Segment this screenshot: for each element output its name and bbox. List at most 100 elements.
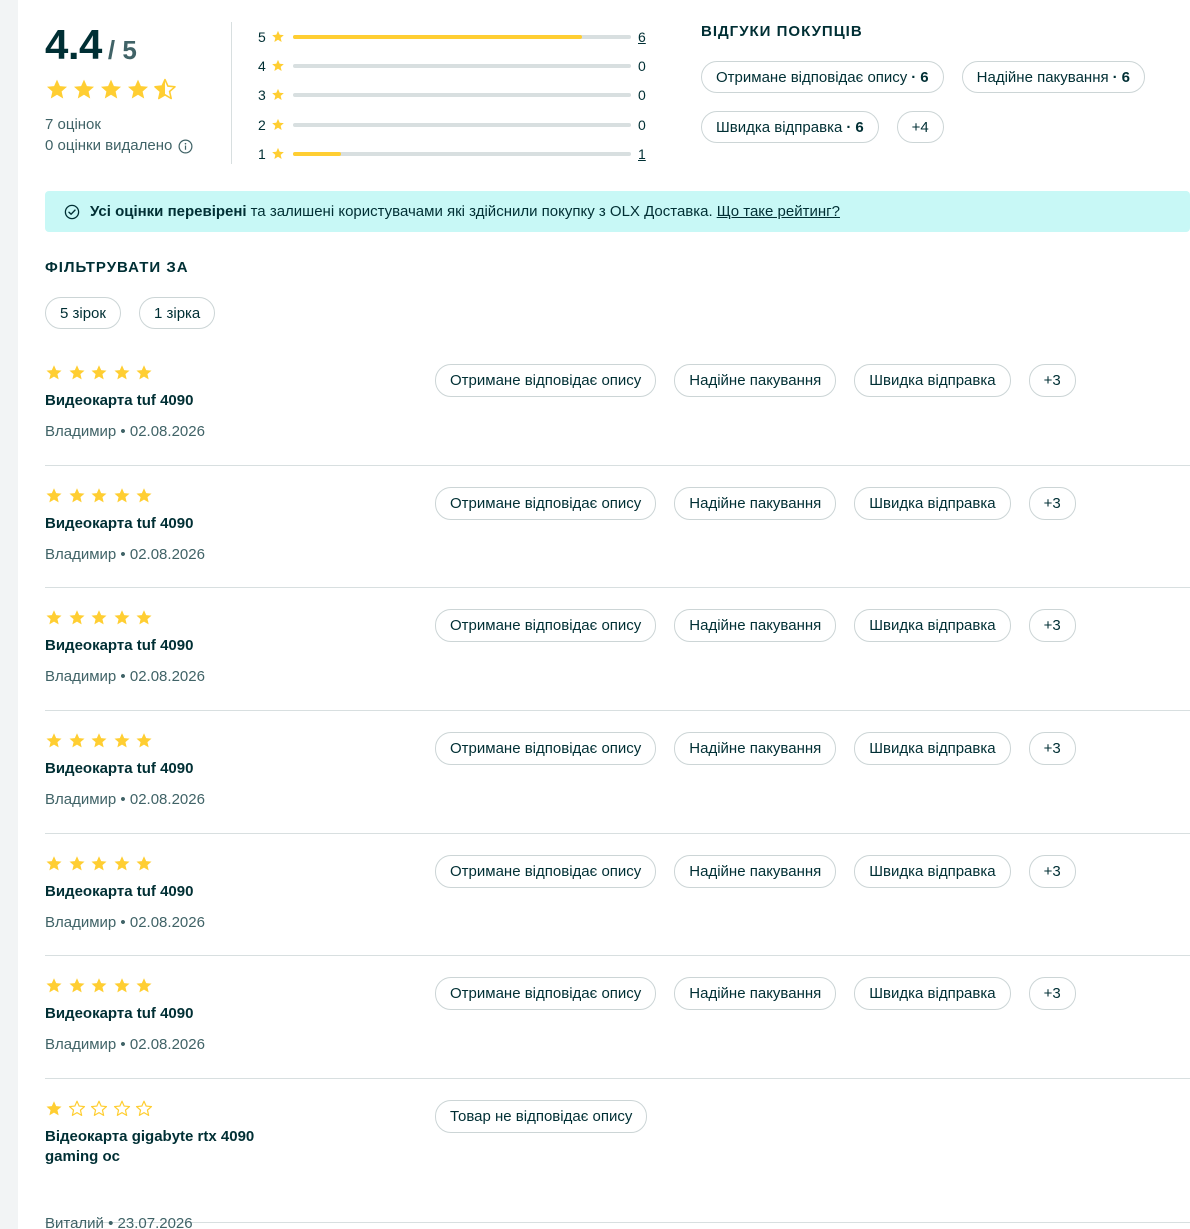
- review-meta: Владимир • 02.08.2026: [45, 422, 205, 442]
- review-item: Видеокарта tuf 4090 Владимир • 02.08.2026…: [45, 466, 1190, 589]
- review-tag-chip: Швидка відправка: [854, 854, 1011, 888]
- distribution-row-2: 20: [258, 110, 658, 139]
- more-tags-chip[interactable]: +3: [1028, 486, 1076, 520]
- distribution-row-4: 40: [258, 51, 658, 80]
- star-icon: [46, 978, 62, 993]
- distribution-count[interactable]: 1: [638, 146, 658, 162]
- buyer-feedback-title: ВІДГУКИ ПОКУПЦІВ: [701, 23, 863, 40]
- review-tag-chip: Швидка відправка: [854, 732, 1011, 766]
- review-tag-chip: Надійне пакування: [674, 486, 837, 520]
- distribution-bar: [293, 151, 631, 156]
- more-tags-chip[interactable]: +3: [1028, 977, 1076, 1011]
- star-icon: [128, 79, 148, 99]
- buyer-tag-chip[interactable]: Отримане відповідає опису · 6: [701, 61, 944, 93]
- star-empty-icon: [113, 1100, 130, 1117]
- filter-chip[interactable]: 5 зірок: [45, 297, 121, 329]
- review-tag-chip: Товар не відповідає опису: [435, 1100, 648, 1134]
- buyer-tag-count: 6: [1121, 68, 1130, 86]
- star-icon: [69, 610, 84, 625]
- star-icon: [272, 147, 284, 159]
- separator-dot: ·: [911, 68, 917, 86]
- star-icon: [136, 365, 152, 380]
- review-author: Владимир: [45, 545, 117, 563]
- star-icon: [136, 610, 152, 625]
- ratings-section: 4.4/ 5 7 оцінок 0 оцінки видалено 564030…: [45, 0, 1190, 1229]
- review-tag-chip: Отримане відповідає опису: [435, 486, 657, 520]
- distribution-count: 0: [638, 116, 646, 133]
- separator-dot: ·: [846, 118, 852, 136]
- score-max: / 5: [107, 35, 137, 65]
- star-icon: [69, 978, 84, 993]
- review-tag-chip: Надійне пакування: [674, 732, 837, 766]
- filter-chip[interactable]: 1 зірка: [138, 297, 216, 329]
- review-item: Видеокарта tuf 4090 Владимир • 02.08.2026…: [45, 343, 1190, 466]
- distribution-row-5[interactable]: 56: [258, 22, 658, 51]
- star-icon: [46, 365, 62, 380]
- star-half-icon: [154, 78, 176, 100]
- review-date: 02.08.2026: [129, 668, 205, 686]
- review-author: Виталий: [45, 1215, 104, 1229]
- rating-info-link[interactable]: Що таке рейтинг?: [717, 203, 840, 220]
- star-icon: [136, 978, 152, 993]
- review-tag-chip: Надійне пакування: [674, 977, 837, 1011]
- star-icon: [272, 118, 284, 130]
- distribution-stars-label: 1: [258, 145, 266, 162]
- separator-dot: •: [116, 545, 130, 563]
- distribution-row-3: 30: [258, 81, 658, 110]
- star-icon: [91, 487, 107, 503]
- star-icon: [74, 79, 94, 99]
- review-tag-chip: Швидка відправка: [854, 977, 1011, 1011]
- check-circle-icon: [64, 204, 80, 219]
- review-tags: Отримане відповідає опису Надійне пакуван…: [435, 732, 1076, 766]
- star-icon: [114, 733, 129, 748]
- rating-distribution: 5640302011: [258, 22, 658, 168]
- review-tag-chip: Надійне пакування: [674, 609, 837, 643]
- distribution-stars-label: 3: [258, 87, 266, 104]
- buyer-feedback-tags: Отримане відповідає опису · 6 Надійне пакув…: [701, 61, 1190, 143]
- rating-summary: 4.4/ 5 7 оцінок 0 оцінки видалено 564030…: [45, 0, 1190, 175]
- star-icon: [114, 978, 129, 993]
- review-author: Владимир: [45, 423, 117, 440]
- distribution-count: 0: [638, 87, 646, 104]
- review-stars: [45, 855, 153, 873]
- review-date: 02.08.2026: [129, 545, 205, 563]
- more-tags-chip[interactable]: +3: [1028, 609, 1076, 643]
- distribution-bar: [293, 34, 631, 39]
- review-title: Відеокарта gigabyte rtx 4090 gaming oc: [45, 1128, 255, 1166]
- average-stars: [45, 78, 225, 104]
- average-score: 4.4: [45, 21, 102, 68]
- more-tags-chip[interactable]: +4: [896, 111, 944, 143]
- more-tags-chip[interactable]: +3: [1028, 732, 1076, 766]
- review-stars: [45, 732, 153, 750]
- star-icon: [91, 978, 107, 993]
- review-author: Владимир: [45, 913, 117, 931]
- star-icon: [69, 487, 84, 503]
- star-icon: [114, 855, 129, 871]
- verified-banner-text: та залишені користувачами які здійснили …: [250, 203, 713, 220]
- separator-dot: ·: [1112, 68, 1118, 86]
- more-tags-chip[interactable]: +3: [1028, 364, 1076, 397]
- buyer-tag-count: 6: [920, 68, 929, 86]
- review-tag-chip: Швидка відправка: [854, 364, 1011, 397]
- review-tag-chip: Надійне пакування: [674, 854, 837, 888]
- summary-divider: [231, 22, 232, 164]
- more-tags-chip[interactable]: +3: [1028, 854, 1076, 888]
- review-item: Видеокарта tuf 4090 Владимир • 02.08.2026…: [45, 834, 1190, 957]
- review-date: 02.08.2026: [129, 423, 205, 440]
- buyer-tag-label: Швидка відправка: [716, 118, 843, 136]
- star-icon: [136, 487, 152, 503]
- score-block: 4.4/ 5 7 оцінок 0 оцінки видалено: [45, 20, 225, 157]
- buyer-tag-chip[interactable]: Надійне пакування · 6: [961, 61, 1145, 93]
- distribution-bar-fill: [293, 34, 582, 39]
- distribution-row-1[interactable]: 11: [258, 139, 658, 168]
- distribution-count[interactable]: 6: [638, 29, 658, 45]
- verified-banner-bold: Усі оцінки перевірені: [90, 203, 247, 220]
- review-tags: Отримане відповідає опису Надійне пакуван…: [435, 609, 1076, 643]
- reviews-list: Видеокарта tuf 4090 Владимир • 02.08.2026…: [45, 343, 1190, 1229]
- star-icon: [46, 1101, 62, 1116]
- buyer-tag-chip[interactable]: Швидка відправка · 6: [701, 111, 879, 143]
- info-icon[interactable]: [178, 139, 193, 154]
- review-tag-chip: Надійне пакування: [674, 364, 837, 397]
- separator-dot: •: [103, 1215, 118, 1229]
- verified-banner: Усі оцінки перевірені та залишені корист…: [45, 191, 1190, 232]
